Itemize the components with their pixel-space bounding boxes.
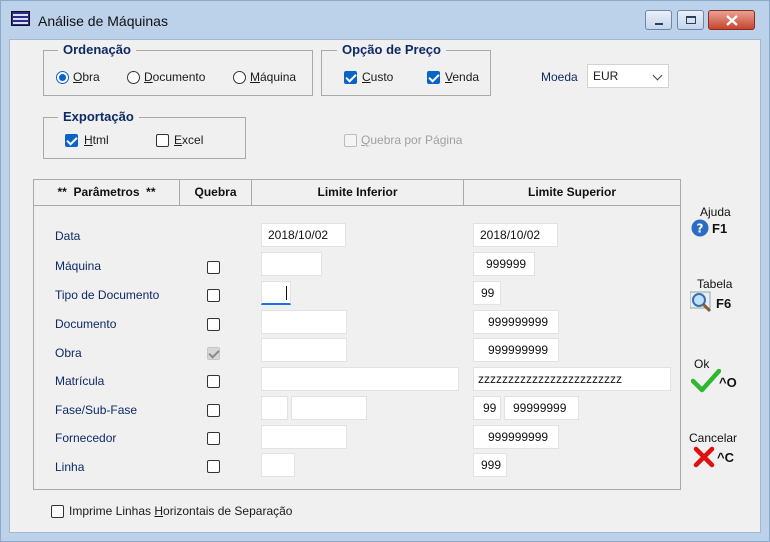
quebra-checkbox-obra[interactable] (207, 347, 220, 360)
radio-obra-indicator[interactable] (56, 71, 69, 84)
inferior-field-maquina[interactable] (261, 252, 322, 276)
checkbox-excel-box[interactable] (156, 134, 169, 147)
close-button[interactable] (708, 10, 755, 30)
checkbox-custo-box[interactable] (344, 71, 357, 84)
exportacao-label: Exportação (58, 109, 139, 125)
minimize-icon (655, 23, 663, 25)
minimize-button[interactable] (645, 10, 672, 30)
ordenacao-label: Ordenação (58, 42, 136, 58)
superior-field-data[interactable]: 2018/10/02 (473, 223, 558, 247)
row-label-obra: Obra (55, 346, 82, 360)
inferior-field-data[interactable]: 2018/10/02 (261, 223, 346, 247)
superior-field-tipo-documento[interactable]: 99 (473, 281, 501, 305)
radio-maquina-indicator[interactable] (233, 71, 246, 84)
row-label-data: Data (55, 229, 81, 243)
quebra-checkbox-tipo-documento[interactable] (207, 289, 220, 302)
moeda-label: Moeda (541, 70, 578, 84)
inferior-field-matricula[interactable] (261, 367, 459, 391)
ajuda-label: Ajuda (700, 205, 731, 219)
checkbox-imprime-linhas-box[interactable] (51, 505, 64, 518)
tabela-label: Tabela (697, 277, 733, 291)
quebra-checkbox-matricula[interactable] (207, 375, 220, 388)
tabela-key: F6 (716, 296, 732, 311)
row-label-tipo-documento: Tipo de Documento (55, 288, 160, 302)
parameters-table: ** Parâmetros ** Quebra Limite Inferior … (33, 179, 681, 490)
superior-field-subfase[interactable]: 99999999 (504, 396, 579, 420)
row-label-maquina: Máquina (55, 259, 102, 273)
cancelar-button[interactable]: Cancelar ^C (686, 431, 756, 475)
superior-field-matricula[interactable]: zzzzzzzzzzzzzzzzzzzzzzzz (473, 367, 671, 391)
chevron-down-icon (652, 70, 663, 81)
radio-obra-label[interactable]: Obra (73, 70, 100, 84)
header-limite-inferior: Limite Inferior (252, 180, 464, 206)
ordenacao-group: Ordenação Obra Documento Máquina (43, 42, 313, 96)
checkbox-quebra-pagina-label[interactable]: Quebra por Página (361, 133, 462, 147)
preco-label: Opção de Preço (337, 42, 446, 58)
superior-field-obra[interactable]: 999999999 (473, 338, 559, 362)
app-icon[interactable] (11, 11, 30, 26)
quebra-checkbox-fase[interactable] (207, 404, 220, 417)
checkbox-venda-box[interactable] (427, 71, 440, 84)
exportacao-group: Exportação Html Excel (43, 109, 246, 159)
dialog-body: Ordenação Obra Documento Máquina Opção d… (9, 39, 761, 533)
row-label-fase: Fase/Sub-Fase (55, 403, 138, 417)
inferior-field-fase[interactable] (261, 396, 288, 420)
superior-field-linha[interactable]: 999 (473, 453, 507, 477)
ok-button[interactable]: Ok ^O (686, 355, 750, 399)
radio-maquina-label[interactable]: Máquina (250, 70, 296, 84)
inferior-field-tipo-documento[interactable] (261, 281, 291, 305)
preco-group: Opção de Preço Custo Venda (321, 42, 491, 96)
maximize-button[interactable] (677, 10, 704, 30)
title-bar[interactable]: Análise de Máquinas (1, 1, 769, 39)
superior-field-maquina[interactable]: 999999 (473, 252, 535, 276)
window: Análise de Máquinas Ordenação Obra Docum… (0, 0, 770, 542)
help-icon: ? (691, 219, 709, 237)
checkmark-icon (691, 369, 721, 393)
checkbox-custo-label[interactable]: Custo (362, 70, 393, 84)
checkbox-quebra-pagina-box[interactable] (344, 134, 357, 147)
radio-documento-label[interactable]: Documento (144, 70, 205, 84)
header-limite-superior: Limite Superior (464, 180, 680, 206)
checkbox-html-label[interactable]: Html (84, 133, 109, 147)
row-label-fornecedor: Fornecedor (55, 431, 117, 445)
checkbox-imprime-linhas-label[interactable]: Imprime Linhas Horizontais de Separação (69, 504, 292, 518)
superior-field-fornecedor[interactable]: 999999999 (473, 425, 559, 449)
inferior-field-linha[interactable] (261, 453, 295, 477)
inferior-field-obra[interactable] (261, 338, 347, 362)
quebra-checkbox-documento[interactable] (207, 318, 220, 331)
inferior-field-fornecedor[interactable] (261, 425, 347, 449)
row-label-linha: Linha (55, 460, 85, 474)
ajuda-button[interactable]: Ajuda ? F1 (686, 205, 750, 247)
maximize-icon (686, 16, 696, 24)
window-title: Análise de Máquinas (38, 13, 168, 29)
checkbox-html-box[interactable] (65, 134, 78, 147)
tabela-button[interactable]: Tabela F6 (686, 277, 750, 321)
quebra-checkbox-fornecedor[interactable] (207, 432, 220, 445)
moeda-value: EUR (593, 69, 619, 83)
row-label-documento: Documento (55, 317, 117, 331)
ajuda-key: F1 (712, 221, 728, 236)
quebra-checkbox-linha[interactable] (207, 460, 220, 473)
close-icon (693, 446, 715, 468)
quebra-checkbox-maquina[interactable] (207, 261, 220, 274)
moeda-select[interactable]: EUR (587, 64, 669, 88)
cancelar-label: Cancelar (689, 431, 738, 445)
svg-text:?: ? (697, 222, 704, 236)
superior-field-fase[interactable]: 99 (473, 396, 501, 420)
cancelar-key: ^C (717, 450, 734, 465)
superior-field-documento[interactable]: 999999999 (473, 310, 559, 334)
text-cursor (286, 286, 287, 300)
header-quebra: Quebra (180, 180, 252, 206)
inferior-field-documento[interactable] (261, 310, 347, 334)
checkbox-venda-label[interactable]: Venda (445, 70, 479, 84)
magnifier-icon (690, 291, 712, 313)
close-icon (726, 15, 738, 26)
inferior-field-subfase[interactable] (291, 396, 367, 420)
row-label-matricula: Matrícula (55, 374, 105, 388)
checkbox-excel-label[interactable]: Excel (174, 133, 203, 147)
header-parametros: ** Parâmetros ** (34, 180, 180, 206)
radio-documento-indicator[interactable] (127, 71, 140, 84)
ok-key: ^O (719, 375, 737, 390)
